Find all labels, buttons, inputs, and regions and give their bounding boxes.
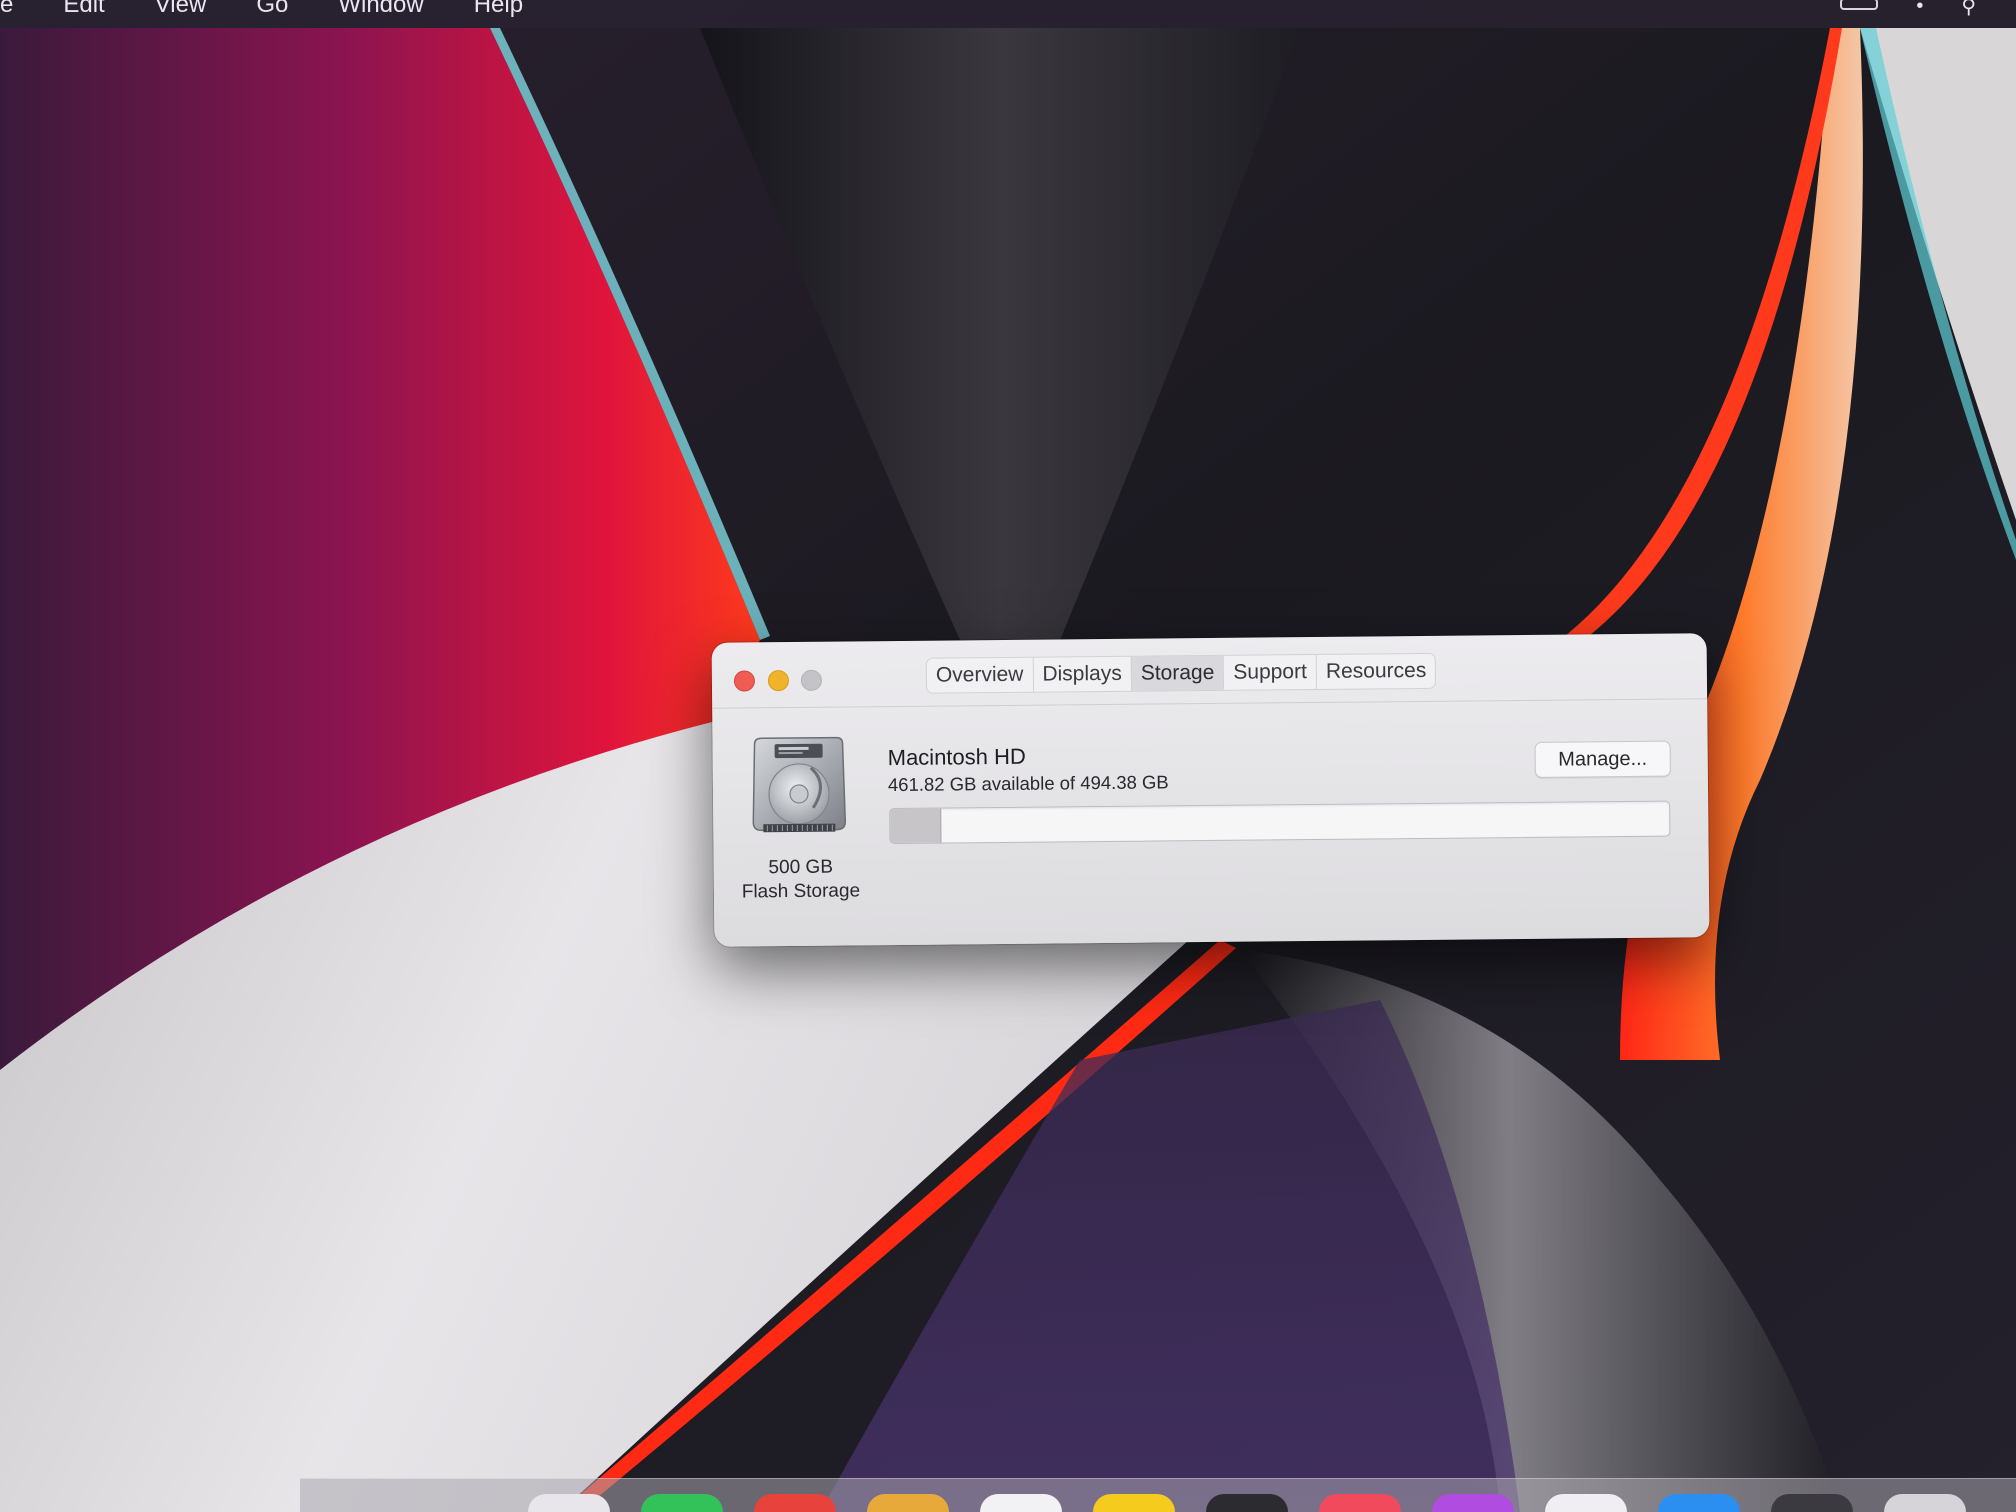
zoom-button[interactable] [800, 669, 823, 691]
manage-button[interactable]: Manage... [1534, 740, 1671, 778]
desktop: e Edit View Go Window Help • ⚲ Overview … [0, 0, 2016, 1512]
volume-name: Macintosh HD [887, 743, 1026, 771]
menu-bar: e Edit View Go Window Help • ⚲ [0, 0, 2016, 28]
settings-icon[interactable] [1771, 1494, 1853, 1512]
notes-icon[interactable] [867, 1494, 949, 1512]
music-icon[interactable] [1319, 1494, 1401, 1512]
control-center-icon[interactable]: • [1916, 0, 1923, 18]
hard-drive-icon [752, 736, 847, 833]
messages-icon[interactable] [641, 1494, 723, 1512]
menu-item-go[interactable]: Go [256, 0, 288, 19]
menu-item-view[interactable]: View [155, 0, 207, 19]
window-titlebar: Overview Displays Storage Support Resour… [711, 633, 1708, 709]
storage-used-segment [890, 808, 942, 844]
trash-icon[interactable] [1884, 1494, 1966, 1512]
terminal-icon[interactable] [1206, 1494, 1288, 1512]
close-button[interactable] [733, 670, 756, 692]
storage-panel: 500 GB Flash Storage Macintosh HD 461.82… [712, 699, 1709, 947]
calendar-icon[interactable] [980, 1494, 1062, 1512]
disk-type-label: Flash Storage [741, 880, 861, 903]
search-icon[interactable]: ⚲ [1961, 0, 1976, 19]
tab-support[interactable]: Support [1223, 654, 1317, 690]
tab-resources[interactable]: Resources [1315, 653, 1436, 689]
mail-icon[interactable] [754, 1494, 836, 1512]
podcasts-icon[interactable] [1432, 1494, 1514, 1512]
minimize-button[interactable] [767, 670, 790, 692]
menu-item-window[interactable]: Window [338, 0, 423, 19]
app-icon-blank[interactable] [528, 1494, 610, 1512]
menu-item-help[interactable]: Help [474, 0, 523, 19]
tab-bar: Overview Displays Storage Support Resour… [925, 652, 1437, 694]
notes-yellow-icon[interactable] [1093, 1494, 1175, 1512]
about-this-mac-window: Overview Displays Storage Support Resour… [711, 633, 1710, 947]
storage-usage-bar [889, 800, 1671, 845]
tab-displays[interactable]: Displays [1032, 656, 1131, 692]
menu-extras: • ⚲ [1840, 0, 1976, 28]
tab-storage[interactable]: Storage [1130, 655, 1224, 691]
tab-overview[interactable]: Overview [927, 658, 1033, 693]
photos-icon[interactable] [1545, 1494, 1627, 1512]
menu-item-edit[interactable]: Edit [63, 0, 104, 19]
battery-icon[interactable] [1840, 0, 1879, 10]
disk-size-label: 500 GB [768, 856, 834, 879]
volume-availability: 461.82 GB available of 494.38 GB [887, 771, 1169, 796]
app-store-icon[interactable] [1658, 1494, 1740, 1512]
menu-item-app[interactable]: e [0, 0, 13, 19]
